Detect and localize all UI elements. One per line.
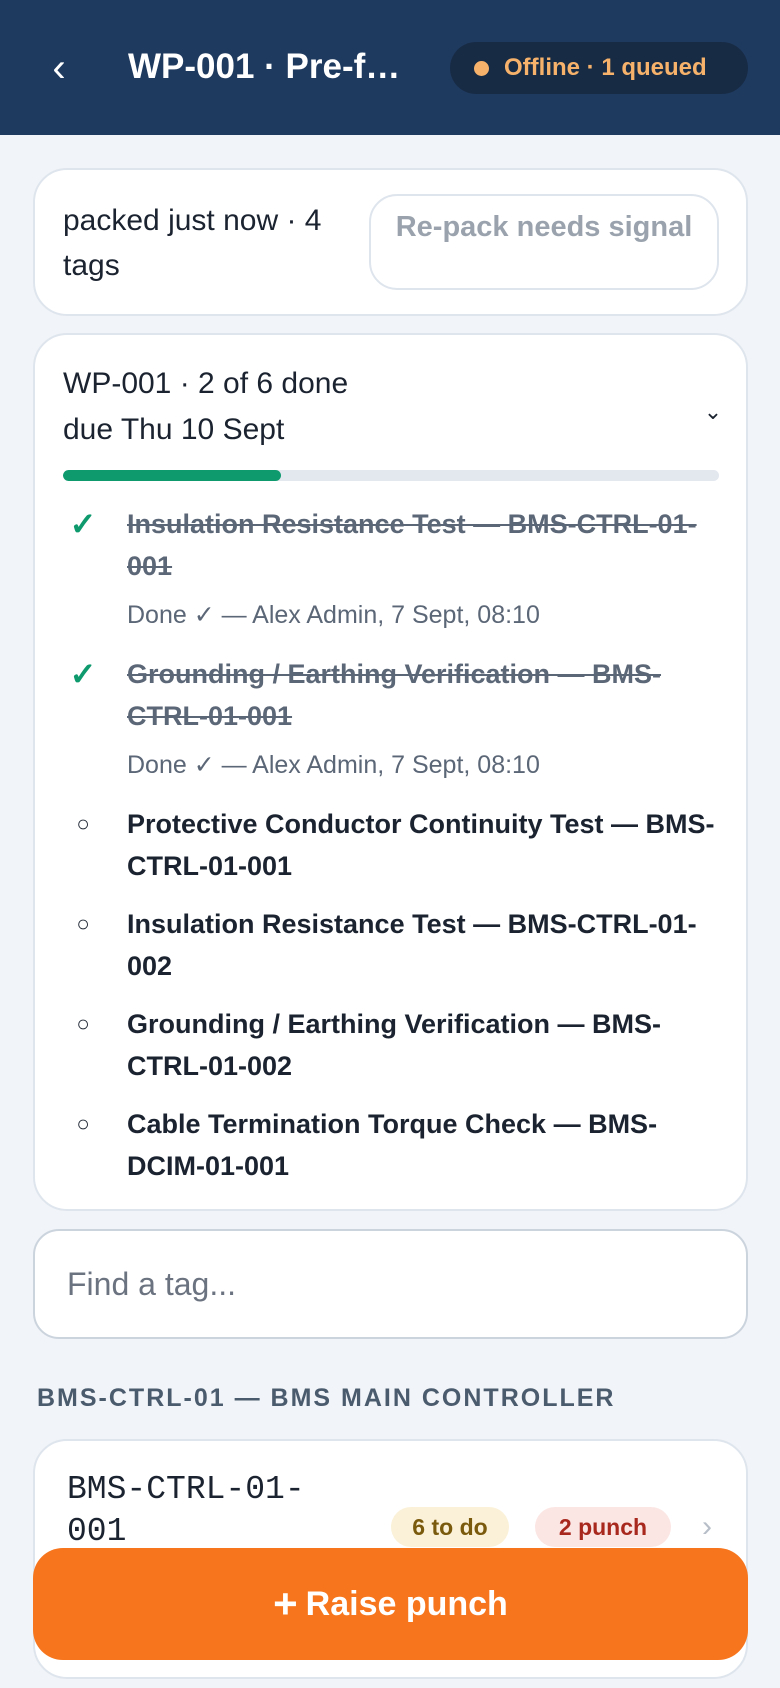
empty-circle-icon: ○ [76, 811, 90, 836]
back-button[interactable]: ‹ [44, 46, 74, 90]
empty-circle-icon: ○ [76, 1011, 90, 1036]
checkmark-icon: ✓ [69, 506, 97, 542]
checklist-item-title: Insulation Resistance Test — BMS-CTRL-01… [127, 909, 697, 981]
sync-status-text: Offline · 1 queued [504, 54, 707, 81]
sync-status-badge: Offline · 1 queued [450, 42, 748, 94]
checklist-item[interactable]: ✓ Grounding / Earthing Verification — BM… [63, 653, 719, 803]
work-package-summary: WP-001 · 2 of 6 done [63, 367, 349, 400]
work-package-card: WP-001 · 2 of 6 done due Thu 10 Sept ⌄ ✓… [33, 333, 748, 1211]
chevron-down-icon: ⌄ [703, 399, 723, 424]
checklist-item-title: Grounding / Earthing Verification — BMS-… [127, 1009, 662, 1081]
checklist-item[interactable]: ○ Insulation Resistance Test — BMS-CTRL-… [63, 903, 719, 1003]
checklist-item-title: Protective Conductor Continuity Test — B… [127, 809, 715, 881]
checklist-item-title: Cable Termination Torque Check — BMS-DCI… [127, 1109, 658, 1181]
checklist: ✓ Insulation Resistance Test — BMS-CTRL-… [63, 503, 719, 1203]
work-package-due-date: due Thu 10 Sept [63, 413, 285, 446]
pack-card: packed just now · 4 tags Re-pack needs s… [33, 168, 748, 316]
collapse-toggle[interactable]: ⌄ [701, 397, 725, 427]
checklist-item-title: Insulation Resistance Test — BMS-CTRL-01… [127, 509, 697, 581]
empty-circle-icon: ○ [76, 1111, 90, 1136]
todo-count-badge: 6 to do [391, 1507, 509, 1547]
progress-bar-fill [63, 470, 282, 481]
checklist-item[interactable]: ✓ Insulation Resistance Test — BMS-CTRL-… [63, 503, 719, 653]
plus-icon: + [273, 1580, 298, 1627]
tag-search-input[interactable] [33, 1229, 748, 1339]
offline-dot-icon [474, 61, 489, 76]
raise-punch-button[interactable]: + Raise punch [33, 1548, 748, 1660]
page-title: WP-001 · Pre-functional checks [128, 47, 410, 86]
checklist-item[interactable]: ○ Cable Termination Torque Check — BMS-D… [63, 1103, 719, 1203]
checklist-item[interactable]: ○ Grounding / Earthing Verification — BM… [63, 1003, 719, 1103]
tag-group-heading: BMS-CTRL-01 — BMS MAIN CONTROLLER [37, 1384, 616, 1412]
pack-status: packed just now · 4 tags [63, 204, 322, 282]
tag-id: BMS-CTRL-01-001 [67, 1471, 305, 1550]
empty-circle-icon: ○ [76, 911, 90, 936]
checklist-item-title: Grounding / Earthing Verification — BMS-… [127, 659, 662, 731]
progress-bar [63, 470, 719, 481]
checklist-item[interactable]: ○ Protective Conductor Continuity Test —… [63, 803, 719, 903]
checkmark-icon: ✓ [69, 656, 97, 692]
repack-button[interactable]: Re-pack needs signal [369, 194, 719, 290]
checklist-item-completion: Done ✓ — Alex Admin, 7 Sept, 08:10 [127, 601, 540, 629]
chevron-left-icon: ‹ [52, 46, 66, 90]
chevron-right-icon: › [702, 1510, 712, 1543]
app-header: ‹ WP-001 · Pre-functional checks Offline… [0, 0, 780, 135]
checklist-item-completion: Done ✓ — Alex Admin, 7 Sept, 08:10 [127, 751, 540, 779]
raise-punch-label: Raise punch [305, 1585, 508, 1623]
punch-count-badge: 2 punch [535, 1507, 671, 1547]
